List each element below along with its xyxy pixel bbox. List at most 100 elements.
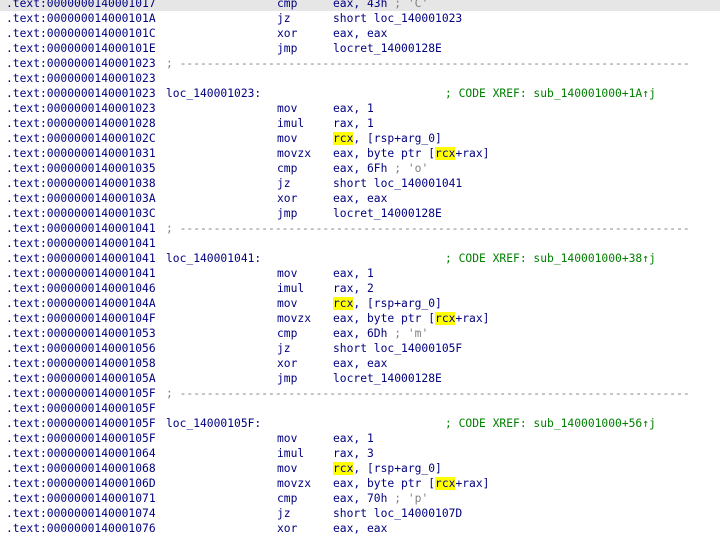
instruction-operands[interactable]: locret_14000128E — [333, 206, 442, 221]
instruction-mnemonic[interactable]: xor — [277, 191, 297, 206]
disasm-line[interactable]: .text:000000014000103A xor eax, eax — [0, 191, 720, 206]
instruction-operands[interactable]: short loc_140001023 — [333, 11, 462, 26]
operands-text[interactable]: short loc_140001023 — [333, 12, 462, 25]
operands-text[interactable]: short loc_14000105F — [333, 342, 462, 355]
instruction-operands[interactable]: eax, eax — [333, 26, 387, 41]
line-address[interactable]: .text:000000014000104F — [6, 311, 156, 326]
instruction-operands[interactable]: eax, 1 — [333, 431, 374, 446]
instruction-operands[interactable]: rax, 3 — [333, 446, 374, 461]
line-address[interactable]: .text:0000000140001068 — [6, 461, 156, 476]
instruction-operands[interactable]: eax, byte ptr [rcx+rax] — [333, 146, 489, 161]
line-address[interactable]: .text:0000000140001053 — [6, 326, 156, 341]
operands-text[interactable]: eax, eax — [333, 522, 387, 535]
disasm-line[interactable]: .text:0000000140001023 loc_140001023: ; CO… — [0, 86, 720, 101]
disasm-line[interactable]: .text:0000000140001053 cmp eax, 6Dh ; 'm' — [0, 326, 720, 341]
operands-text[interactable]: eax, 1 — [333, 432, 374, 445]
disasm-line[interactable]: .text:000000014000105F mov eax, 1 — [0, 431, 720, 446]
disasm-line[interactable]: .text:000000014000105F loc_14000105F: ; CO… — [0, 416, 720, 431]
operands-text[interactable]: eax, 70h — [333, 492, 387, 505]
line-address[interactable]: .text:0000000140001064 — [6, 446, 156, 461]
line-address[interactable]: .text:000000014000105F — [6, 416, 156, 431]
operands-text[interactable]: short loc_140001041 — [333, 177, 462, 190]
operands-prefix[interactable]: eax, byte ptr [ — [333, 477, 435, 490]
line-address[interactable]: .text:0000000140001031 — [6, 146, 156, 161]
line-address[interactable]: .text:000000014000105F — [6, 431, 156, 446]
operands-text[interactable]: rax, 2 — [333, 282, 374, 295]
instruction-mnemonic[interactable]: jmp — [277, 206, 297, 221]
disasm-line[interactable]: .text:0000000140001031 movzx eax, byte ptr… — [0, 146, 720, 161]
disasm-line[interactable]: .text:0000000140001041 ; ----------------… — [0, 221, 720, 236]
line-address[interactable]: .text:0000000140001041 — [6, 221, 156, 236]
operands-prefix[interactable]: eax, byte ptr [ — [333, 312, 435, 325]
operands-text[interactable]: eax, 6Fh — [333, 162, 387, 175]
instruction-mnemonic[interactable]: cmp — [277, 326, 297, 341]
operands-text[interactable]: eax, eax — [333, 357, 387, 370]
instruction-mnemonic[interactable]: mov — [277, 461, 297, 476]
instruction-mnemonic[interactable]: xor — [277, 26, 297, 41]
instruction-mnemonic[interactable]: mov — [277, 296, 297, 311]
code-label[interactable]: loc_140001023: — [166, 86, 261, 101]
disasm-line[interactable]: .text:0000000140001068 mov rcx, [rsp+arg_0… — [0, 461, 720, 476]
operands-suffix[interactable]: , [rsp+arg_0] — [353, 132, 441, 145]
instruction-mnemonic[interactable]: imul — [277, 281, 304, 296]
operands-text[interactable]: eax, 43h — [333, 0, 387, 10]
disasm-line[interactable]: .text:000000014000104F movzx eax, byte ptr… — [0, 311, 720, 326]
instruction-operands[interactable]: rax, 2 — [333, 281, 374, 296]
disasm-line[interactable]: .text:000000014000102C mov rcx, [rsp+arg_0… — [0, 131, 720, 146]
operands-text[interactable]: rax, 3 — [333, 447, 374, 460]
operands-text[interactable]: eax, 6Dh — [333, 327, 387, 340]
instruction-operands[interactable]: eax, byte ptr [rcx+rax] — [333, 311, 489, 326]
instruction-operands[interactable]: short loc_14000105F — [333, 341, 462, 356]
instruction-operands[interactable]: rcx, [rsp+arg_0] — [333, 296, 442, 311]
instruction-mnemonic[interactable]: jz — [277, 506, 291, 521]
instruction-mnemonic[interactable]: imul — [277, 116, 304, 131]
operands-suffix[interactable]: +rax] — [455, 147, 489, 160]
highlighted-register[interactable]: rcx — [435, 147, 456, 160]
disasm-line[interactable]: .text:0000000140001058 xor eax, eax — [0, 356, 720, 371]
instruction-operands[interactable]: locret_14000128E — [333, 41, 442, 56]
operands-text[interactable]: eax, eax — [333, 27, 387, 40]
disasm-line[interactable]: .text:000000014000105F ; ----------------… — [0, 386, 720, 401]
code-label[interactable]: loc_14000105F: — [166, 416, 261, 431]
line-address[interactable]: .text:0000000140001023 — [6, 56, 156, 71]
line-address[interactable]: .text:000000014000101E — [6, 41, 156, 56]
instruction-operands[interactable]: short loc_14000107D — [333, 506, 462, 521]
line-address[interactable]: .text:0000000140001046 — [6, 281, 156, 296]
instruction-operands[interactable]: rax, 1 — [333, 116, 374, 131]
instruction-mnemonic[interactable]: mov — [277, 431, 297, 446]
disasm-line[interactable]: .text:000000014000105F — [0, 401, 720, 416]
instruction-mnemonic[interactable]: cmp — [277, 491, 297, 506]
instruction-operands[interactable]: eax, 1 — [333, 266, 374, 281]
disasm-line[interactable]: .text:0000000140001041 loc_140001041: ; CO… — [0, 251, 720, 266]
operands-text[interactable]: locret_14000128E — [333, 207, 442, 220]
instruction-mnemonic[interactable]: cmp — [277, 161, 297, 176]
line-address[interactable]: .text:0000000140001041 — [6, 236, 156, 251]
disasm-line[interactable]: .text:0000000140001038 jz short loc_140001… — [0, 176, 720, 191]
operands-text[interactable]: locret_14000128E — [333, 42, 442, 55]
line-address[interactable]: .text:000000014000103C — [6, 206, 156, 221]
instruction-mnemonic[interactable]: jz — [277, 176, 291, 191]
instruction-operands[interactable]: eax, 43h ; 'C' — [333, 0, 428, 11]
disasm-line[interactable]: .text:0000000140001023 — [0, 71, 720, 86]
line-address[interactable]: .text:0000000140001058 — [6, 356, 156, 371]
line-address[interactable]: .text:000000014000101A — [6, 11, 156, 26]
instruction-operands[interactable]: rcx, [rsp+arg_0] — [333, 461, 442, 476]
disasm-line[interactable]: .text:0000000140001017 cmp eax, 43h ; 'C' — [0, 0, 720, 11]
disassembly-listing[interactable]: .text:0000000140001017 cmp eax, 43h ; 'C'.… — [0, 0, 720, 536]
disasm-line[interactable]: .text:000000014000101E jmp locret_14000128… — [0, 41, 720, 56]
operands-text[interactable]: eax, 1 — [333, 102, 374, 115]
instruction-mnemonic[interactable]: jz — [277, 11, 291, 26]
operands-text[interactable]: short loc_14000107D — [333, 507, 462, 520]
line-address[interactable]: .text:000000014000102C — [6, 131, 156, 146]
xref-comment[interactable]: ; CODE XREF: sub_140001000+1A↑j — [445, 86, 656, 101]
line-address[interactable]: .text:000000014000105F — [6, 386, 156, 401]
highlighted-register[interactable]: rcx — [435, 312, 456, 325]
disasm-line[interactable]: .text:000000014000101A jz short loc_140001… — [0, 11, 720, 26]
instruction-mnemonic[interactable]: jmp — [277, 371, 297, 386]
instruction-operands[interactable]: eax, eax — [333, 521, 387, 536]
disasm-line[interactable]: .text:0000000140001041 — [0, 236, 720, 251]
disasm-line[interactable]: .text:0000000140001056 jz short loc_140001… — [0, 341, 720, 356]
line-address[interactable]: .text:0000000140001074 — [6, 506, 156, 521]
line-address[interactable]: .text:0000000140001076 — [6, 521, 156, 536]
line-address[interactable]: .text:0000000140001028 — [6, 116, 156, 131]
